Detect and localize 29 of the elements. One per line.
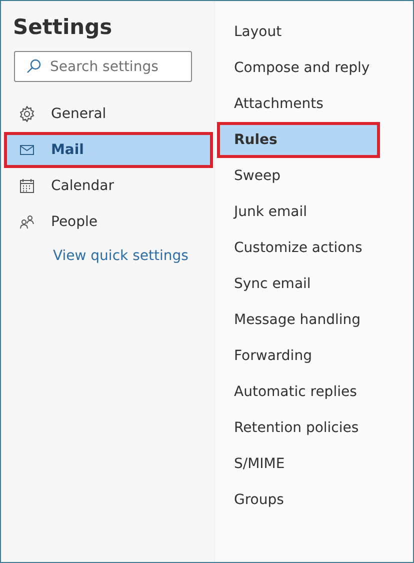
- gear-icon: [19, 106, 35, 122]
- quick-settings-link[interactable]: View quick settings: [53, 248, 188, 264]
- mail-settings-item[interactable]: Automatic replies: [215, 374, 413, 410]
- people-icon: [19, 214, 35, 230]
- mail-settings-item[interactable]: Rules: [217, 122, 380, 158]
- mail-settings-item[interactable]: Groups: [215, 482, 413, 518]
- search-field[interactable]: Search settings: [14, 51, 192, 82]
- settings-category[interactable]: Calendar: [1, 168, 214, 204]
- calendar-icon: [19, 178, 35, 194]
- settings-title: Settings: [13, 15, 114, 39]
- mail-settings-item[interactable]: Customize actions: [215, 230, 413, 266]
- mail-settings-item[interactable]: Compose and reply: [215, 50, 413, 86]
- mail-settings-item[interactable]: Sync email: [215, 266, 413, 302]
- mail-settings-item[interactable]: Sweep: [215, 158, 413, 194]
- mail-settings-item[interactable]: S/MIME: [215, 446, 413, 482]
- mail-settings-item[interactable]: Forwarding: [215, 338, 413, 374]
- category-label: Mail: [51, 142, 84, 158]
- category-label: Calendar: [51, 178, 114, 194]
- mail-settings-item[interactable]: Retention policies: [215, 410, 413, 446]
- settings-category[interactable]: General: [1, 96, 214, 132]
- mail-settings-item[interactable]: Message handling: [215, 302, 413, 338]
- mail-settings-item[interactable]: Layout: [215, 14, 413, 50]
- mail-settings-item[interactable]: Junk email: [215, 194, 413, 230]
- category-label: People: [51, 214, 98, 230]
- mail-settings-item[interactable]: Attachments: [215, 86, 413, 122]
- mail-icon: [19, 142, 35, 158]
- category-label: General: [51, 106, 106, 122]
- settings-category[interactable]: Mail: [4, 132, 213, 168]
- settings-category[interactable]: People: [1, 204, 214, 240]
